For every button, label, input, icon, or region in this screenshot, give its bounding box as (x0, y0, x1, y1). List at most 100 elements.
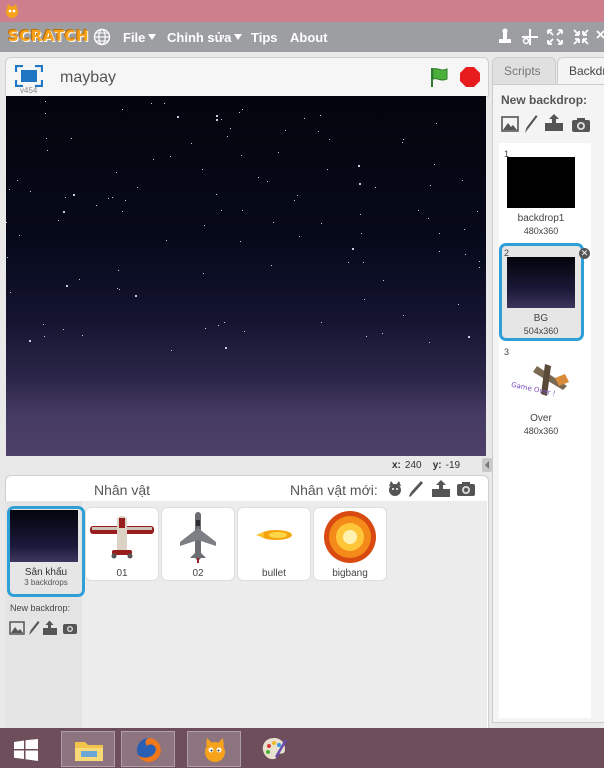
backdrop-name: backdrop1 (517, 213, 565, 224)
paint-brush-icon[interactable] (28, 620, 40, 636)
star (403, 315, 404, 316)
windows-start-icon[interactable] (13, 739, 39, 761)
sprite-label: bigbang (332, 568, 368, 579)
star (47, 150, 48, 151)
menu-tips[interactable]: Tips (251, 30, 278, 45)
paint-brush-icon[interactable] (524, 114, 538, 134)
language-globe-icon[interactable] (93, 28, 111, 46)
upload-icon[interactable] (431, 480, 451, 498)
backdrop-thumbnail: Game Over ! (507, 356, 575, 407)
sprite-thumb-bullet (256, 530, 292, 540)
paint-palette-icon (262, 738, 288, 760)
stage-canvas[interactable] (6, 96, 486, 456)
star (151, 103, 152, 104)
star (63, 329, 64, 330)
delete-backdrop-icon[interactable]: ✕ (579, 248, 590, 259)
menu-file[interactable]: File (123, 30, 157, 45)
tab-backdrops[interactable]: Backdrops (557, 57, 604, 86)
star (402, 142, 403, 143)
menu-edit[interactable]: Chỉnh sửa (167, 30, 243, 45)
taskbar-scratch[interactable] (187, 731, 241, 767)
star (122, 211, 123, 212)
taskbar-firefox[interactable] (121, 731, 175, 767)
scratch-logo[interactable]: SCRATCH (8, 27, 89, 45)
tab-scripts[interactable]: Scripts (492, 57, 556, 84)
project-title[interactable]: maybay (60, 69, 116, 87)
green-flag-icon[interactable] (428, 66, 450, 88)
star (119, 289, 120, 290)
upload-icon[interactable] (42, 620, 58, 636)
star (224, 322, 225, 323)
star (479, 261, 480, 262)
paint-brush-icon[interactable] (408, 480, 424, 498)
duplicate-stamp-icon[interactable] (496, 28, 514, 46)
sprite-tile-bigbang[interactable]: bigbang (313, 507, 387, 581)
star (6, 222, 7, 223)
star (225, 347, 227, 349)
star (242, 109, 243, 110)
backdrop-name: BG (533, 313, 549, 324)
star (382, 333, 383, 334)
star (19, 235, 20, 236)
backdrop-item-3[interactable]: 3 Game Over ! Over 480x360 (499, 344, 591, 438)
shrink-icon[interactable] (572, 28, 590, 46)
star (45, 101, 46, 102)
cut-icon[interactable] (521, 28, 539, 46)
help-icon[interactable] (596, 28, 604, 46)
star (202, 169, 203, 170)
sprite-tile-02[interactable]: 02 (161, 507, 235, 581)
star (221, 119, 222, 120)
backdrop-size: 504x360 (523, 326, 559, 336)
fullscreen-icon[interactable] (15, 65, 43, 87)
collapse-arrow-icon[interactable] (482, 458, 492, 472)
sprite-label: 02 (192, 568, 204, 579)
taskbar-file-explorer[interactable] (61, 731, 115, 767)
new-sprite-label: Nhân vật mới: (290, 482, 378, 498)
backdrop-library-icon[interactable] (501, 116, 519, 132)
mouse-coordinates: x: 240 y: -19 (392, 460, 460, 471)
sprite-label: bullet (262, 568, 286, 579)
backdrop-item-2[interactable]: 2 BG 504x360 (499, 243, 584, 341)
sprite-library-icon[interactable] (386, 480, 404, 498)
star (348, 262, 349, 263)
star (46, 138, 47, 139)
stop-sign-icon[interactable] (459, 66, 481, 88)
star (418, 210, 419, 211)
backdrop-name: Over (530, 413, 552, 424)
star (273, 222, 274, 223)
chevron-down-icon (234, 34, 243, 40)
upload-icon[interactable] (544, 114, 564, 132)
camera-icon[interactable] (571, 117, 591, 133)
y-value: -19 (445, 460, 461, 471)
scratch-cat-icon (205, 738, 225, 762)
sprites-title: Nhân vật (94, 482, 151, 498)
star (458, 304, 459, 305)
star (227, 136, 228, 137)
star (108, 198, 109, 199)
star (135, 295, 137, 297)
star (96, 205, 97, 206)
menu-bar: SCRATCH File Chỉnh sửa Tips About (0, 22, 604, 52)
taskbar-paint[interactable] (247, 731, 301, 767)
tab-scripts-label: Scripts (504, 64, 541, 78)
menu-about[interactable]: About (290, 30, 328, 45)
star (7, 257, 8, 258)
sprite-tile-bullet[interactable]: bullet (237, 507, 311, 581)
backdrop-library-icon[interactable] (9, 621, 25, 635)
backdrop-item-1[interactable]: 1 backdrop1 480x360 (499, 146, 591, 240)
new-backdrop-title: New backdrop: (501, 93, 588, 107)
star (44, 336, 45, 337)
star (9, 189, 10, 190)
star (358, 165, 360, 167)
star (359, 183, 361, 185)
star (205, 328, 206, 329)
backdrop-size: 480x360 (523, 226, 559, 236)
camera-icon[interactable] (62, 622, 78, 635)
sprite-tile-01[interactable]: 01 (85, 507, 159, 581)
star (164, 103, 165, 104)
star (434, 164, 435, 165)
star (73, 194, 75, 196)
star (218, 325, 219, 326)
camera-icon[interactable] (456, 481, 476, 497)
grow-icon[interactable] (546, 28, 564, 46)
